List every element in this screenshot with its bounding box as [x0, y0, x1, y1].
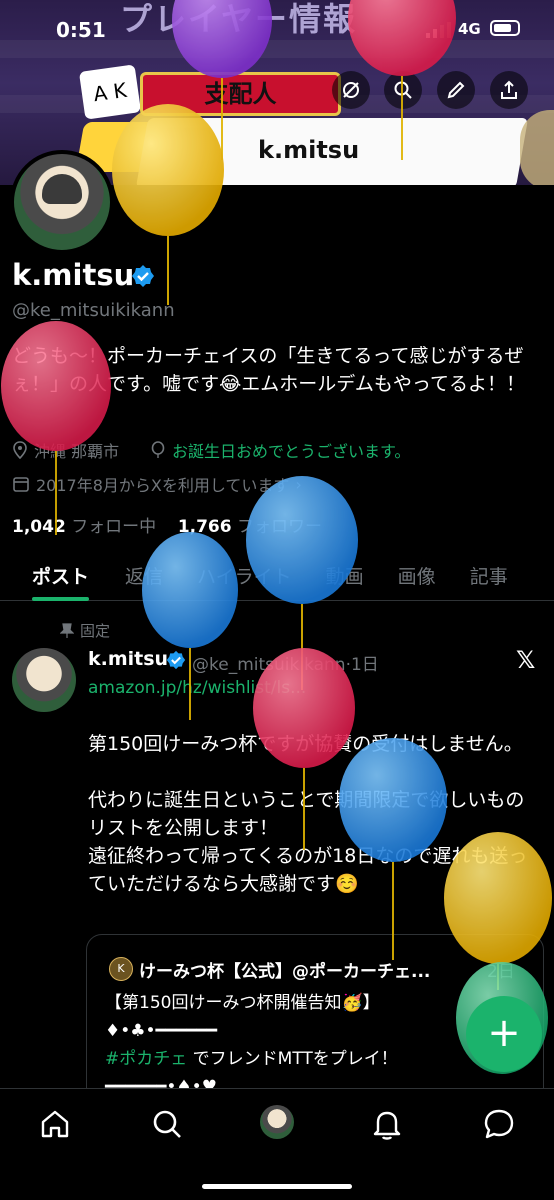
- pencil-icon: [447, 81, 465, 99]
- post-author-name[interactable]: k.mitsu: [88, 648, 168, 670]
- chevron-right-icon: ›: [295, 474, 302, 494]
- follow-stats: 1,042 フォロー中 1,766 フォロワー: [12, 512, 322, 537]
- tab-highlights[interactable]: ハイライト: [197, 552, 292, 600]
- bell-icon[interactable]: [370, 1107, 404, 1141]
- quote-time: 2日: [487, 962, 515, 982]
- pinned-label: 固定: [60, 620, 110, 641]
- post-handle-time: @ke_mitsuikikann·1日: [192, 655, 379, 675]
- birthday-row: お誕生日おめでとうございます。: [150, 438, 410, 462]
- share-icon: [501, 80, 517, 99]
- playing-cards-icon: A K: [78, 64, 142, 120]
- tab-articles[interactable]: 記事: [470, 552, 508, 600]
- search-icon[interactable]: [150, 1107, 184, 1141]
- quote-line3: でフレンドMTTをプレイ！: [187, 1049, 398, 1069]
- home-indicator: [202, 1184, 352, 1189]
- compose-button[interactable]: +: [466, 996, 542, 1072]
- home-icon[interactable]: [38, 1107, 72, 1141]
- grok-button[interactable]: [332, 71, 370, 109]
- network-type: 4G: [458, 20, 481, 38]
- display-name: k.mitsu: [12, 258, 135, 292]
- x-logo-icon[interactable]: 𝕏: [516, 646, 535, 674]
- joined-text: 2017年8月からXを利用しています: [36, 476, 290, 495]
- quote-avatar: K: [109, 957, 133, 981]
- location-pin-icon: [13, 441, 27, 459]
- followers-label: フォロワー: [237, 517, 322, 537]
- pinned-text: 固定: [80, 622, 111, 640]
- post-avatar[interactable]: [12, 648, 76, 712]
- birthday-text: お誕生日おめでとうございます。: [172, 442, 411, 461]
- profile-avatar[interactable]: [10, 150, 114, 254]
- edit-button[interactable]: [437, 71, 475, 109]
- calendar-icon: [13, 477, 29, 492]
- grok-icon: [343, 82, 359, 98]
- location-row: 沖縄 那覇市: [12, 438, 119, 462]
- balloon-icon: [151, 441, 165, 458]
- banner-plate: 支配人: [140, 72, 341, 116]
- verified-badge-icon: [166, 650, 186, 670]
- following-link[interactable]: 1,042 フォロー中: [12, 517, 156, 537]
- post-body: 第150回けーみつ杯ですが協賛の受付はしません。 代わりに誕生日ということで期間…: [88, 733, 528, 895]
- followers-link[interactable]: 1,766 フォロワー: [178, 517, 322, 537]
- banner-decoration: [520, 110, 554, 185]
- status-time: 0:51: [56, 18, 106, 42]
- banner-name: k.mitsu: [258, 136, 360, 164]
- post-link[interactable]: amazon.jp/hz/wishlist/ls...: [88, 678, 306, 698]
- followers-count: 1,766: [177, 517, 232, 537]
- profile-tabs: ポスト 返信 ハイライト 動画 画像 記事: [0, 552, 554, 601]
- signal-icon: [426, 22, 451, 38]
- banner-title: プレイヤー情報: [120, 0, 358, 38]
- user-handle: @ke_mitsuikikann: [12, 300, 175, 321]
- nav-avatar[interactable]: [260, 1105, 294, 1139]
- tab-videos[interactable]: 動画: [326, 552, 364, 600]
- tab-images[interactable]: 画像: [398, 552, 436, 600]
- joined-row: 2017年8月からXを利用しています ›: [12, 472, 302, 496]
- quote-line2: ♦•♣•━━━━━━: [105, 1021, 217, 1041]
- banner-stripe: [0, 40, 554, 58]
- hashtag-link[interactable]: #ポカチェ: [105, 1049, 187, 1069]
- search-button[interactable]: [384, 71, 422, 109]
- share-button[interactable]: [490, 71, 528, 109]
- chat-icon[interactable]: [482, 1107, 516, 1141]
- pin-icon: [60, 622, 74, 638]
- location-text: 沖縄 那覇市: [34, 442, 120, 461]
- verified-badge-icon[interactable]: [131, 264, 155, 288]
- profile-bio: どうも〜！ポーカーチェイスの「生きてるって感じがするぜぇ！」の人です。嘘です😂エ…: [12, 345, 525, 395]
- battery-icon: [490, 20, 520, 36]
- quote-author: けーみつ杯【公式】@ポーカーチェ...: [139, 962, 431, 982]
- following-label: フォロー中: [71, 517, 157, 537]
- tab-replies[interactable]: 返信: [125, 552, 163, 600]
- following-count: 1,042: [12, 517, 66, 537]
- search-icon: [394, 81, 412, 99]
- tab-posts[interactable]: ポスト: [32, 552, 90, 601]
- quote-line1: 【第150回けーみつ杯開催告知🥳】: [105, 993, 380, 1013]
